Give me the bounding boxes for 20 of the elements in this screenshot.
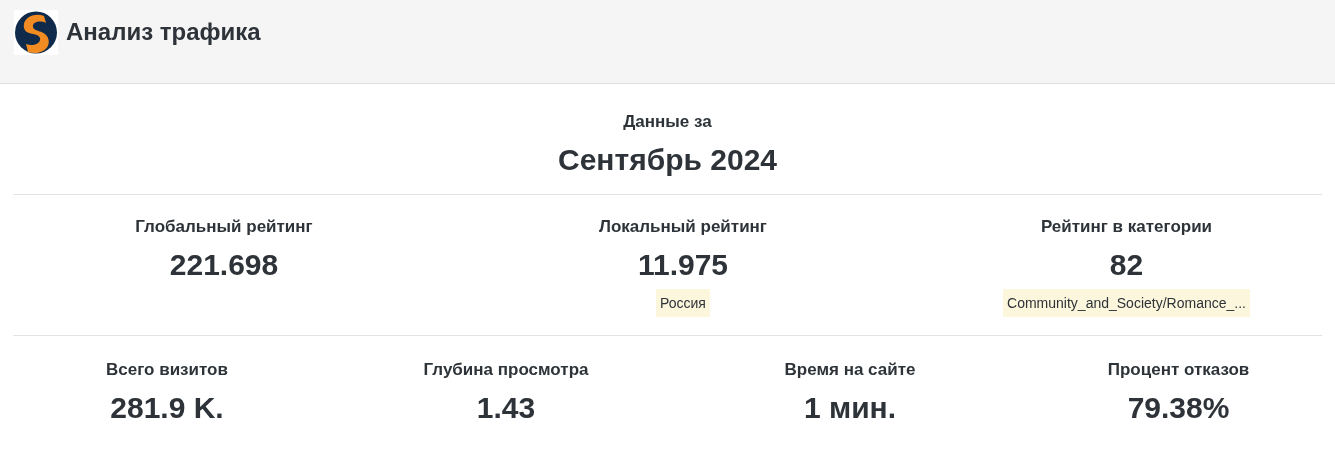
stat-label: Всего визитов [106,359,228,381]
stat-value: 11.975 [637,247,729,283]
tag-label: Community_and_Society/Romance_... [1003,289,1250,317]
stat-label: Локальный рейтинг [599,216,767,238]
stat-value: 281.9 K. [110,390,224,426]
period-label: Данные за [623,111,712,133]
stat-label: Время на сайте [784,359,916,381]
stat-value: 1.43 [476,390,536,426]
stat-label: Рейтинг в категории [1040,216,1213,238]
stat-label: Процент отказов [1107,359,1250,381]
page-title: Анализ трафика [66,17,261,47]
stat-value: 79.38% [1127,390,1230,426]
stat-value: 1 мин. [803,390,897,426]
logo-icon [14,10,58,55]
tag-label: Россия [656,289,710,317]
period-value: Сентябрь 2024 [557,142,777,178]
stat-label: Глубина просмотра [423,359,589,381]
stat-value: 221.698 [169,247,279,283]
stat-label: Глобальный рейтинг [135,216,313,238]
stat-value: 82 [1109,247,1144,283]
